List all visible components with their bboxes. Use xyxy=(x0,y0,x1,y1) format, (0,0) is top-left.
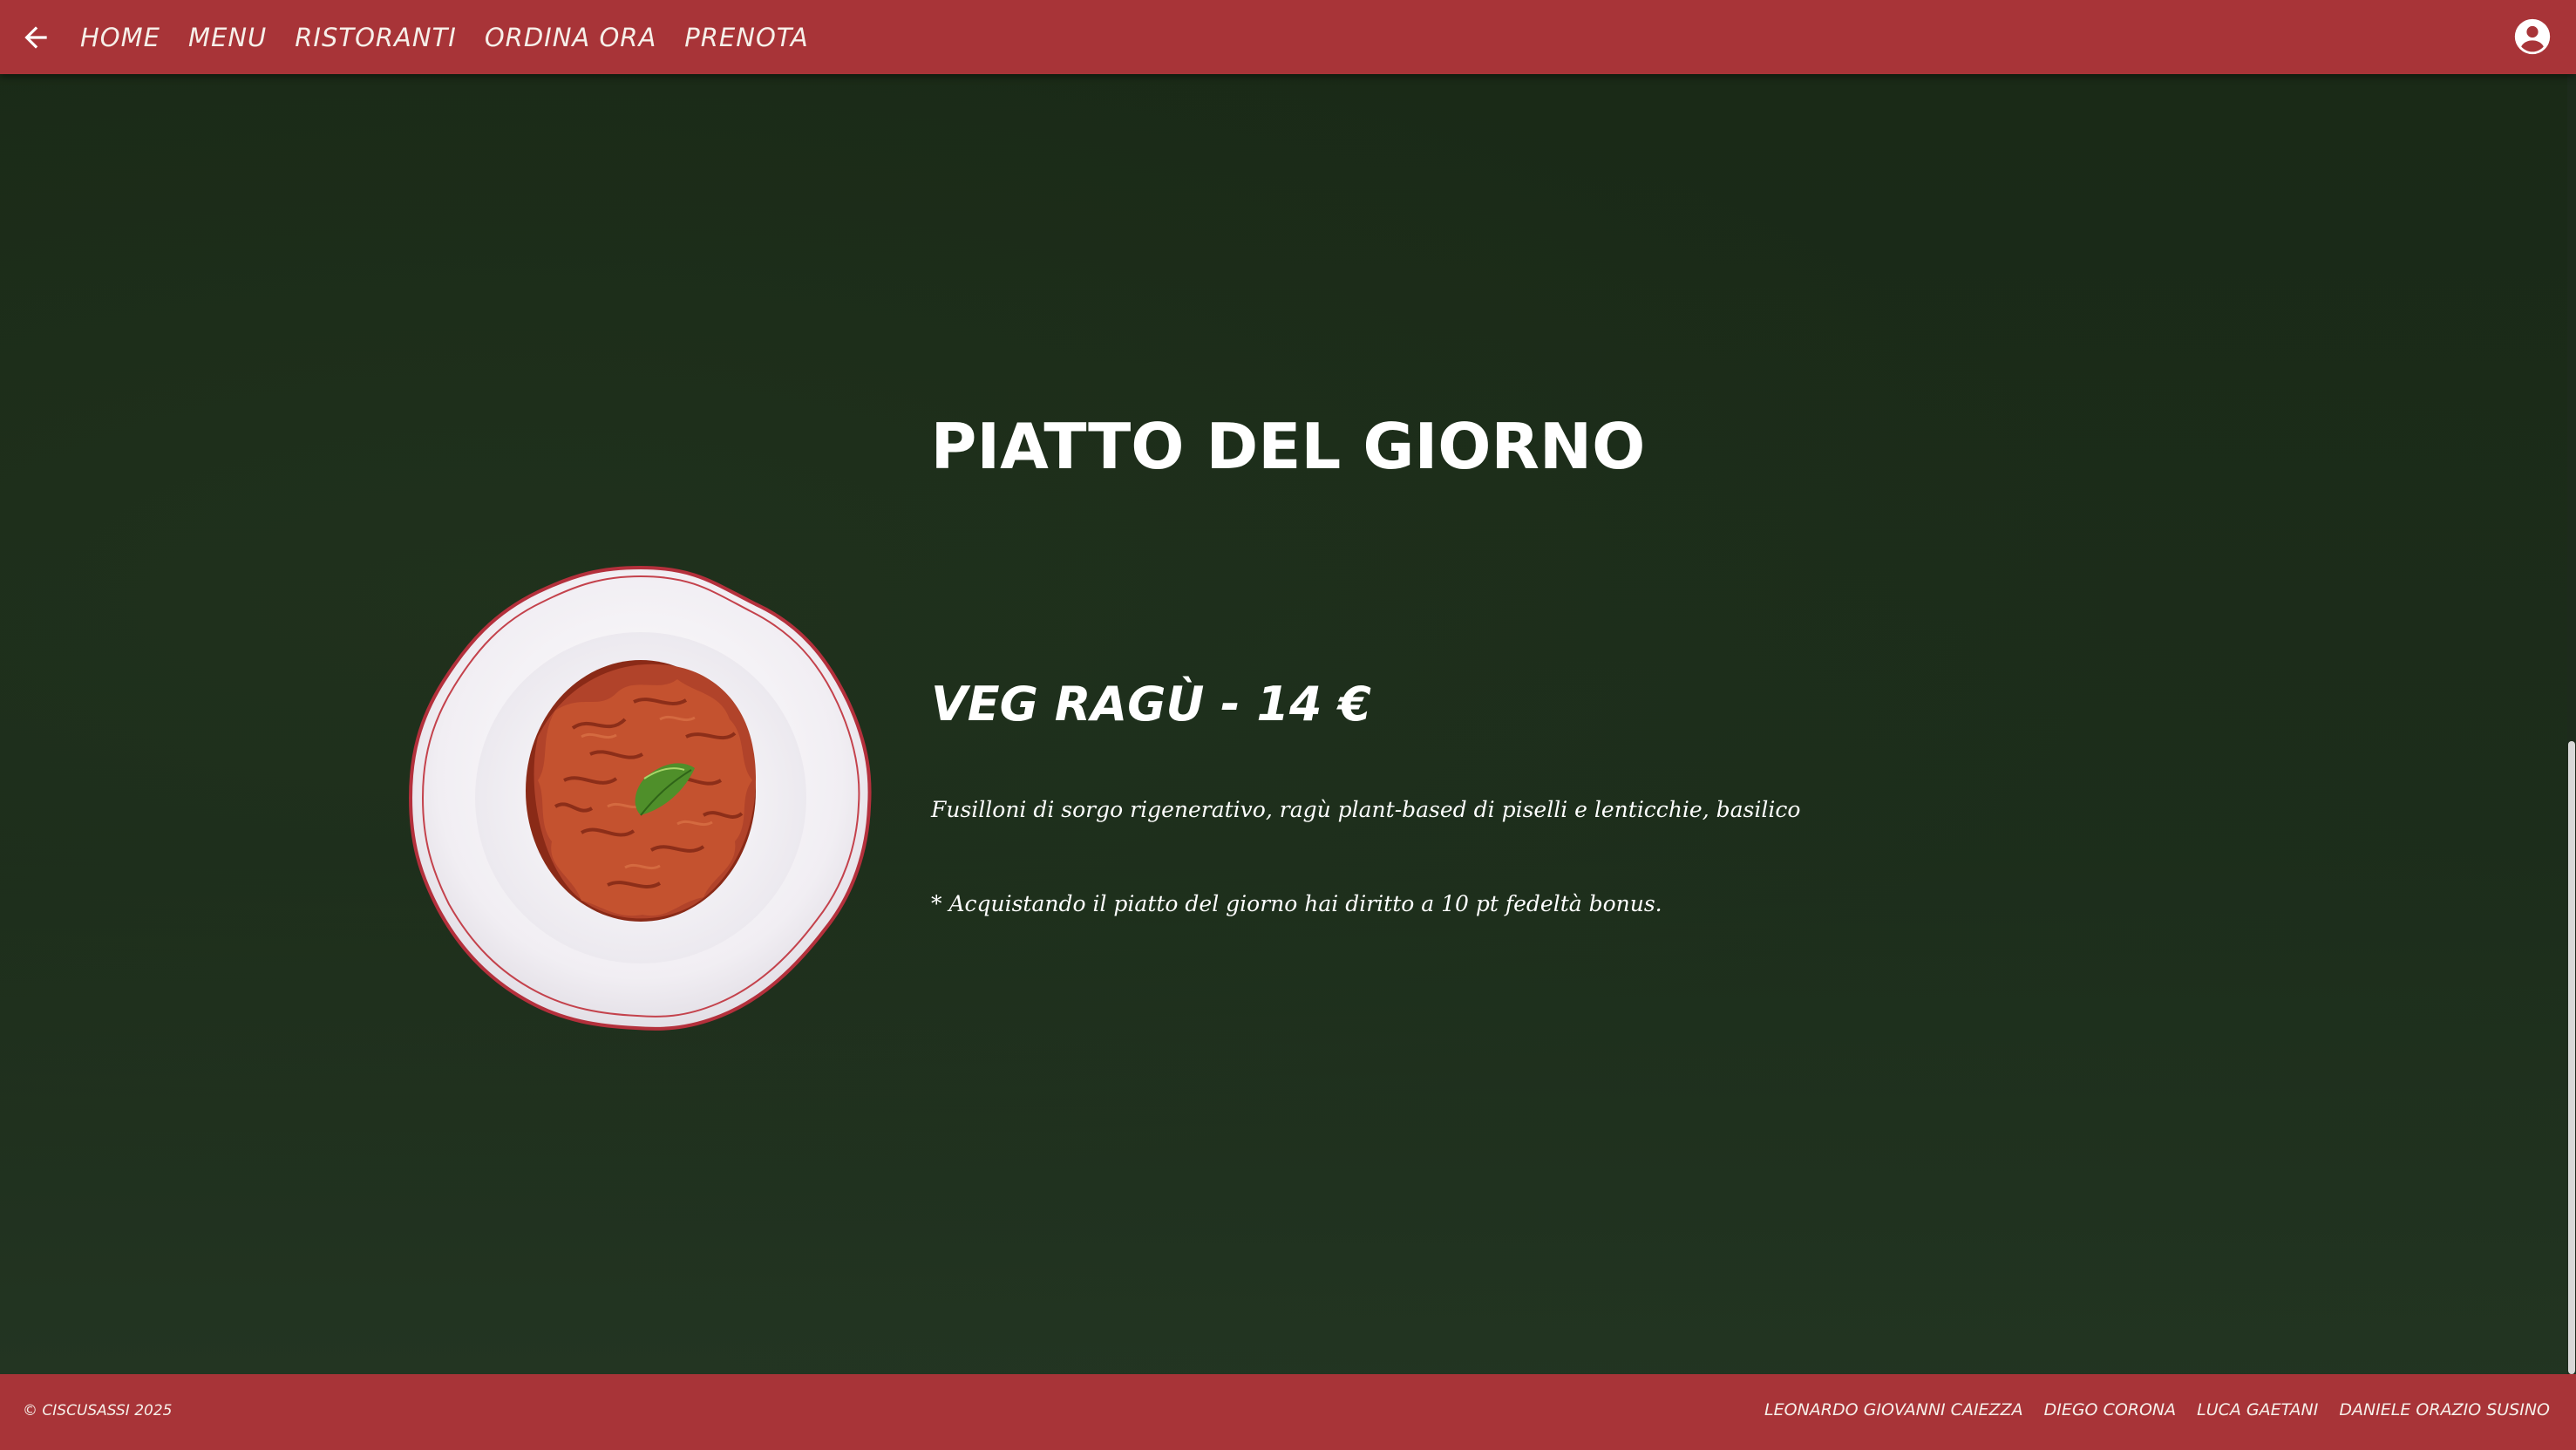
author-link[interactable]: DANIELE ORAZIO SUSINO xyxy=(2339,1400,2550,1419)
copyright: © CISCUSASSI 2025 xyxy=(23,1402,173,1419)
account-button[interactable] xyxy=(2513,17,2552,56)
nav-link-prenota[interactable]: PRENOTA xyxy=(684,23,808,52)
author-link[interactable]: LUCA GAETANI xyxy=(2197,1400,2318,1419)
nav-link-menu[interactable]: MENU xyxy=(188,23,267,52)
scrollbar-thumb[interactable] xyxy=(2568,741,2575,1374)
top-navbar: HOME MENU RISTORANTI ORDINA ORA PRENOTA xyxy=(0,0,2576,74)
dish-name: VEG RAGÙ - 14 € xyxy=(931,677,1371,732)
nav-link-ordina-ora[interactable]: ORDINA ORA xyxy=(485,23,656,52)
dish-image xyxy=(407,562,874,1033)
authors-list: LEONARDO GIOVANNI CAIEZZA DIEGO CORONA L… xyxy=(1764,1400,2550,1419)
nav-link-home[interactable]: HOME xyxy=(80,23,160,52)
back-button[interactable] xyxy=(19,21,52,54)
footer: © CISCUSASSI 2025 LEONARDO GIOVANNI CAIE… xyxy=(0,1374,2576,1450)
author-link[interactable]: DIEGO CORONA xyxy=(2044,1400,2177,1419)
nav-link-ristoranti[interactable]: RISTORANTI xyxy=(295,23,457,52)
account-circle-icon xyxy=(2514,18,2551,55)
dish-description: Fusilloni di sorgo rigenerativo, ragù pl… xyxy=(931,797,1801,822)
section-title: PIATTO DEL GIORNO xyxy=(930,410,1646,483)
main-nav: HOME MENU RISTORANTI ORDINA ORA PRENOTA xyxy=(80,0,809,74)
arrow-left-icon xyxy=(24,26,47,49)
author-link[interactable]: LEONARDO GIOVANNI CAIEZZA xyxy=(1764,1400,2023,1419)
loyalty-note: * Acquistando il piatto del giorno hai d… xyxy=(931,891,1662,916)
